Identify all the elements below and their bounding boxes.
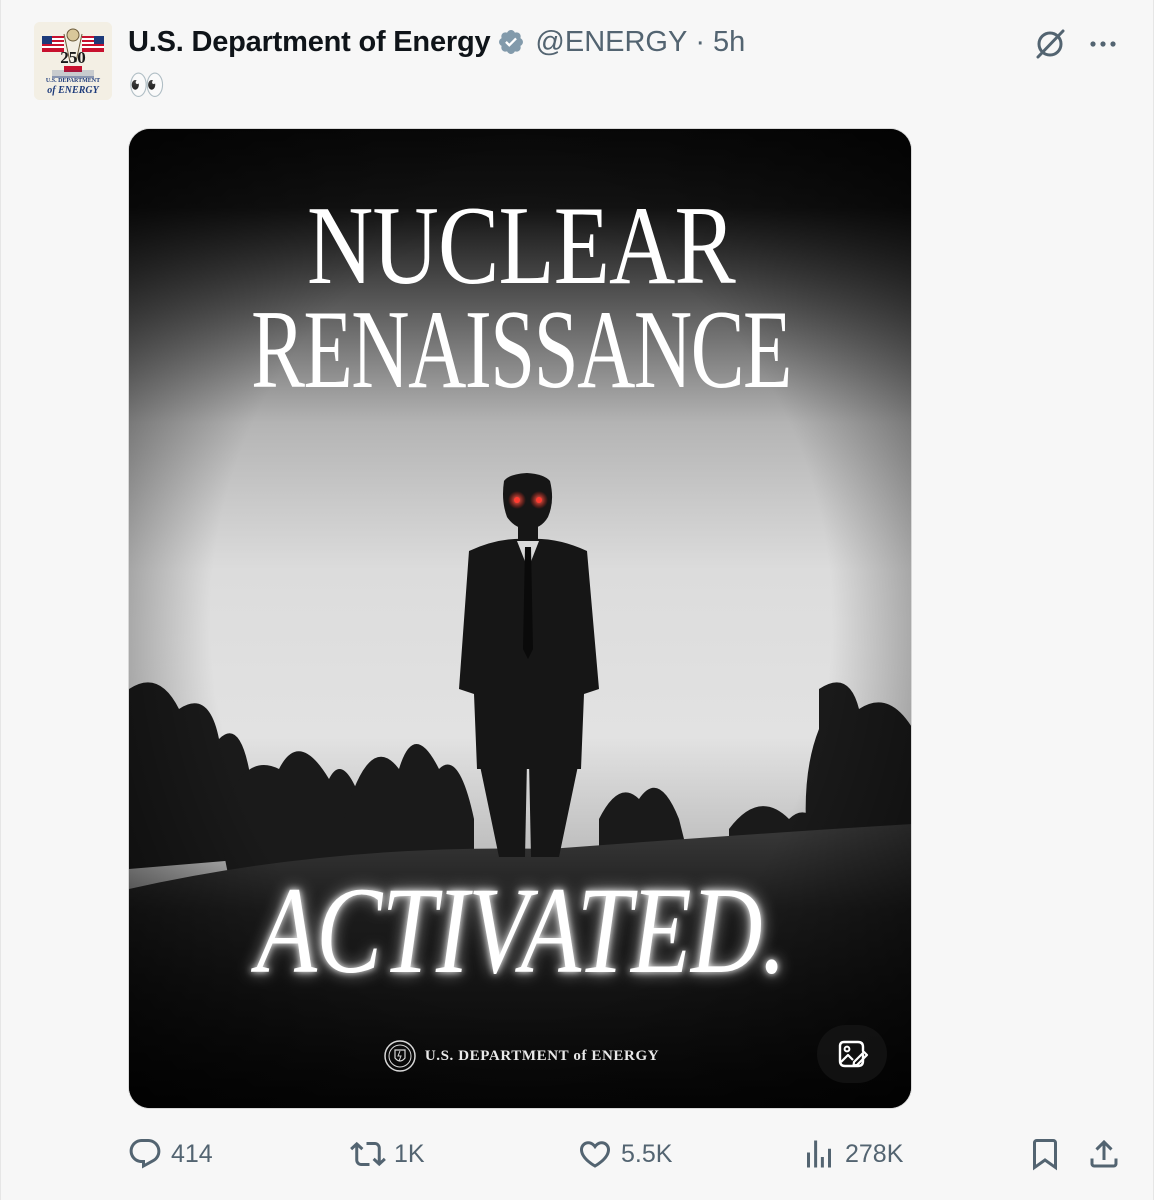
poster-footer-text: U.S. DEPARTMENT of ENERGY <box>424 1047 660 1064</box>
tweet-text: 👀 <box>128 69 166 102</box>
handle[interactable]: @ENERGY <box>535 26 687 59</box>
media-edit-button[interactable] <box>817 1025 887 1083</box>
repost-button[interactable]: 1K <box>350 1134 425 1174</box>
views-count: 278K <box>845 1139 904 1168</box>
views-button[interactable]: 278K <box>801 1134 903 1174</box>
more-button[interactable] <box>1087 26 1119 62</box>
poster-headline-line1: NUCLEAR <box>307 184 736 308</box>
reply-count: 414 <box>171 1139 213 1168</box>
share-button[interactable] <box>1086 1134 1130 1174</box>
doe-seal-icon <box>384 1040 416 1072</box>
share-icon <box>1090 1139 1118 1168</box>
reply-icon <box>129 1139 161 1169</box>
display-name[interactable]: U.S. Department of Energy <box>128 26 491 59</box>
bookmark-button[interactable] <box>1027 1134 1071 1174</box>
views-chart-icon <box>807 1140 831 1168</box>
grok-icon <box>1036 29 1065 59</box>
repost-count: 1K <box>394 1139 425 1168</box>
avatar-caption-line1: U.S. DEPARTMENT <box>45 78 101 84</box>
poster-headline-line2: RENAISSANCE <box>251 288 792 412</box>
reply-button[interactable]: 414 <box>127 1134 213 1174</box>
timestamp[interactable]: 5h <box>713 26 745 59</box>
more-icon <box>1090 41 1116 47</box>
tweet-header: U.S. Department of Energy @ENERGY · 5h <box>128 24 745 60</box>
tweet-media-image[interactable]: NUCLEAR RENAISSANCE ACTIVATED. U.S. DEPA… <box>128 128 912 1109</box>
heart-icon <box>579 1141 611 1168</box>
avatar[interactable]: 250 U.S. DEPARTMENT of ENERGY <box>34 22 112 100</box>
avatar-badge-number: 250 <box>60 48 86 67</box>
bookmark-icon <box>1033 1139 1057 1171</box>
poster-tagline: ACTIVATED. <box>256 862 786 999</box>
avatar-caption-line2: of ENERGY <box>47 85 99 96</box>
separator-dot: · <box>695 25 705 58</box>
like-button[interactable]: 5.5K <box>577 1134 672 1174</box>
like-count: 5.5K <box>621 1139 673 1168</box>
poster-footer: U.S. DEPARTMENT of ENERGY <box>129 1039 911 1073</box>
image-edit-icon <box>838 1040 869 1068</box>
verified-badge-icon[interactable] <box>497 28 525 56</box>
repost-icon <box>350 1141 386 1167</box>
tweet-card[interactable]: 250 U.S. DEPARTMENT of ENERGY U.S. Depar… <box>0 0 1154 1200</box>
grok-button[interactable] <box>1032 26 1068 62</box>
